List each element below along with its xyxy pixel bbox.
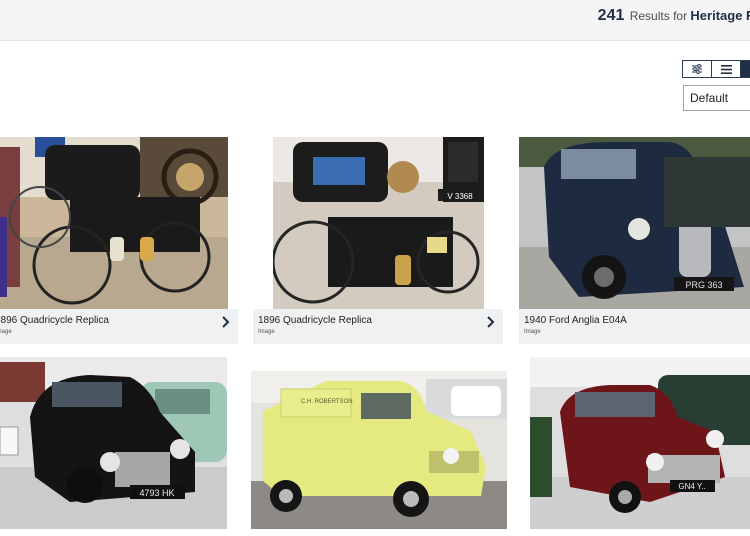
result-card[interactable]: PRG 363 1940 Ford Anglia E04A Image [519, 137, 750, 344]
sliders-icon [692, 64, 702, 74]
view-toggle-group [682, 60, 750, 78]
card-title[interactable]: 1896 Quadricycle Replica [258, 315, 372, 326]
result-card[interactable]: GN4 Y.. [530, 357, 750, 536]
results-for-label: Results for [629, 9, 688, 23]
plate-text: 4793 HK [139, 488, 174, 498]
sort-select[interactable]: Default [683, 85, 750, 111]
card-title[interactable]: 1940 Ford Anglia E04A [524, 315, 627, 326]
card-image-ford-anglia-van[interactable]: C.H. ROBERTSON [251, 371, 507, 529]
result-card[interactable]: V 3368 1896 Quadricycle Replica Image [253, 137, 503, 344]
plate-text: V 3368 [447, 192, 473, 201]
card-image-ford-anglia-red[interactable]: GN4 Y.. [530, 357, 750, 529]
plate-text: GN4 Y.. [678, 482, 705, 491]
results-summary: 241 Results for Heritage F [598, 7, 750, 25]
plate-text: PRG 363 [685, 280, 722, 290]
result-card[interactable]: C.H. ROBERTSON [251, 357, 507, 536]
card-type: Image [258, 329, 275, 335]
results-header-bar: 241 Results for Heritage F [0, 0, 750, 41]
filter-view-button[interactable] [682, 60, 712, 78]
card-title[interactable]: 1896 Quadricycle Replica [0, 315, 109, 326]
card-image-ford-anglia-black[interactable]: 4793 HK [0, 357, 227, 529]
sort-select-value: Default [690, 91, 729, 105]
van-lettering: C.H. ROBERTSON [301, 399, 353, 405]
list-icon [720, 64, 732, 74]
card-caption: 1940 Ford Anglia E04A Image [519, 309, 750, 344]
result-count: 241 [597, 7, 625, 24]
card-type: Image [524, 329, 541, 335]
chevron-right-icon[interactable] [487, 316, 495, 328]
card-caption: 1896 Quadricycle Replica Image [253, 309, 503, 344]
list-view-button[interactable] [711, 60, 741, 78]
result-card[interactable]: 4793 HK [0, 357, 228, 536]
card-type: Image [0, 329, 12, 335]
card-image-quadricycle[interactable]: V 3368 [273, 137, 484, 309]
card-image-ford-anglia-1940[interactable]: PRG 363 [519, 137, 750, 309]
result-card[interactable]: 1896 Quadricycle Replica Image [0, 137, 238, 344]
grid-view-button[interactable] [740, 60, 750, 78]
search-query: Heritage F [690, 8, 750, 23]
card-image-quadricycle[interactable] [0, 137, 228, 309]
chevron-right-icon[interactable] [222, 316, 230, 328]
card-caption: 1896 Quadricycle Replica Image [0, 309, 238, 344]
